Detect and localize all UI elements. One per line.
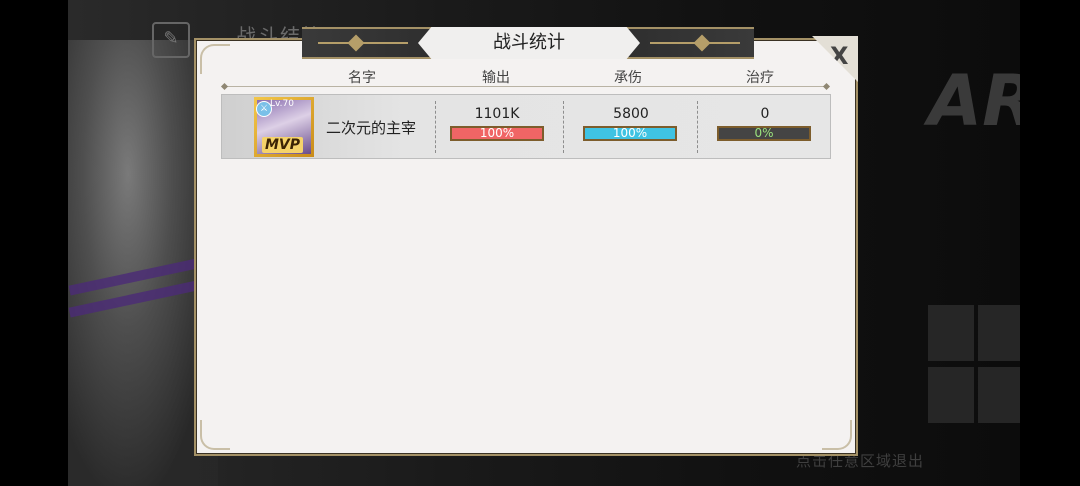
output-value: 1101K (474, 106, 520, 122)
victory-text: AR! (928, 60, 1020, 142)
column-header-damage-taken: 承伤 (614, 70, 642, 86)
panel-title: 战斗统计 (418, 27, 640, 59)
column-header-output: 输出 (482, 70, 510, 86)
damage-taken-percent: 100% (612, 126, 648, 140)
player-stat-row[interactable]: ⚔ Lv.70 MVP 二次元的主宰 1101K 100% 5800 100% … (221, 94, 831, 159)
column-divider (563, 101, 565, 153)
decorative-tiles (928, 305, 1020, 425)
healing-percent: 0% (754, 126, 774, 140)
damage-taken-bar: 100% (583, 126, 677, 141)
mvp-badge: MVP (262, 137, 304, 153)
output-bar: 100% (450, 126, 544, 141)
output-percent: 100% (479, 126, 515, 140)
header-divider (224, 86, 828, 87)
corner-ornament (200, 420, 230, 450)
corner-ornament (822, 420, 852, 450)
column-header-healing: 治疗 (746, 70, 774, 86)
player-level: Lv.70 (270, 99, 294, 109)
player-name: 二次元的主宰 (326, 119, 417, 137)
damage-taken-value: 5800 (613, 106, 649, 122)
column-header-name: 名字 (348, 70, 376, 86)
corner-ornament (200, 44, 230, 74)
healing-bar: 0% (717, 126, 811, 141)
column-divider (435, 101, 437, 153)
healing-value: 0 (760, 106, 770, 122)
column-divider (697, 101, 699, 153)
player-avatar[interactable]: ⚔ Lv.70 MVP (254, 97, 314, 157)
result-icon: ✎ (152, 22, 190, 58)
